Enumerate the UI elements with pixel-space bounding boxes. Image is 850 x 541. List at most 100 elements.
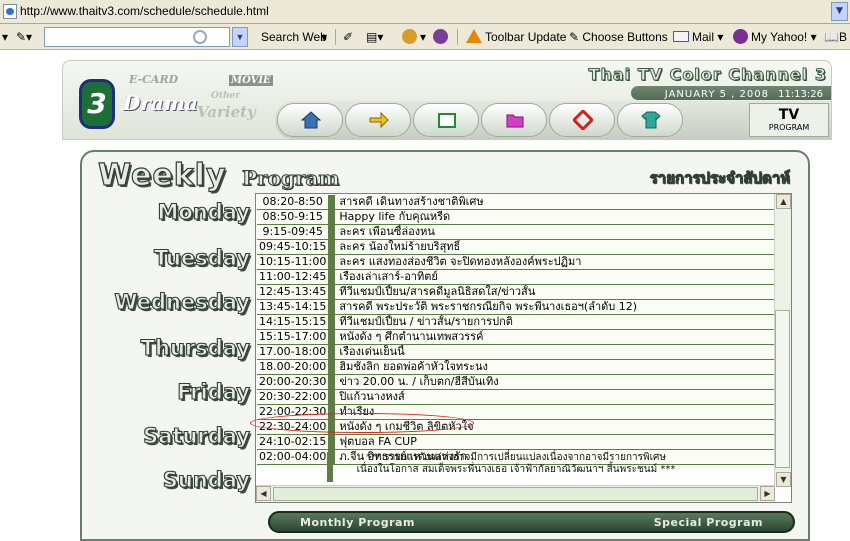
time-cell: 12:45-13:45 bbox=[257, 285, 330, 300]
program-cell: เรื่องเด่นเย็นนี้ bbox=[335, 345, 774, 360]
scroll-left-button[interactable]: ◀ bbox=[256, 486, 271, 501]
browser-toolbar: ▾ ✎▾ ▼ Search Web ▾ ✐ ▤▾ ▾ Toolbar Updat… bbox=[0, 24, 850, 50]
program-cell: ปิแก้วนางหงส์ bbox=[335, 390, 774, 405]
toolbar-update-button[interactable]: Toolbar Update bbox=[466, 28, 566, 46]
monthly-program-link[interactable]: Monthly Program bbox=[300, 516, 415, 529]
arrow-icon bbox=[369, 111, 389, 129]
headphones-icon[interactable] bbox=[433, 28, 451, 46]
home-icon bbox=[301, 111, 321, 129]
highlight-icon[interactable]: ✐ bbox=[343, 28, 353, 46]
page-icon bbox=[3, 4, 17, 19]
scroll-up-button[interactable]: ▲ bbox=[776, 194, 791, 209]
movie-link[interactable]: MOVIE bbox=[229, 75, 273, 86]
day-link-friday[interactable]: Friday bbox=[150, 379, 251, 404]
horizontal-scrollbar[interactable]: ◀ ▶ bbox=[256, 485, 775, 502]
schedule-note: *** รายการดังกล่าวอาจมีการเปลี่ยนแปลงเนื… bbox=[258, 452, 774, 476]
scroll-right-button[interactable]: ▶ bbox=[760, 486, 775, 501]
my-yahoo-button[interactable]: My Yahoo! ▾ bbox=[733, 28, 817, 46]
search-web-button[interactable]: Search Web bbox=[261, 28, 327, 46]
time-cell: 15:15-17:00 bbox=[257, 330, 330, 345]
globe-icon[interactable]: ▾ bbox=[402, 28, 426, 46]
site-header: 3 E-CARD MOVIE Drama Other Variety Thai … bbox=[62, 60, 832, 140]
nav-arrow-button[interactable] bbox=[345, 103, 411, 137]
table-row: 17.00-18:00 เรื่องเด่นเย็นนี้ bbox=[257, 345, 774, 360]
nav-shirt-button[interactable] bbox=[617, 103, 683, 137]
time-cell: 11:00-12:45 bbox=[257, 270, 330, 285]
program-cell: ฮิมชั่งลิก ยอดพ่อค้าหัวใจทระนง bbox=[335, 360, 774, 375]
nav-window-button[interactable] bbox=[413, 103, 479, 137]
search-input[interactable] bbox=[44, 27, 230, 47]
toolbar-separator bbox=[457, 29, 458, 45]
table-row: 13:45-14:15 สารคดี พระประวัติ พระราชกรณีย… bbox=[257, 300, 774, 315]
time-cell: 20:00-20:30 bbox=[257, 375, 330, 390]
program-cell: ละคร น้องใหม่ร้ายบริสุทธิ์ bbox=[335, 240, 774, 255]
special-program-link[interactable]: Special Program bbox=[654, 516, 763, 529]
address-dropdown-button[interactable]: ▼ bbox=[831, 2, 848, 21]
program-cell: เรื่องเล่าเสาร์-อาทิตย์ bbox=[335, 270, 774, 285]
table-row: 20:30-22:00 ปิแก้วนางหงส์ bbox=[257, 390, 774, 405]
table-row: 9:15-09:45 ละคร เพื่อนซี้ล่องหน bbox=[257, 225, 774, 240]
search-dropdown-button[interactable]: ▼ bbox=[232, 27, 248, 47]
program-cell: ข่าว 20.00 น. / เก็บตก/ฮีสีบันเทิง bbox=[335, 375, 774, 390]
program-cell: ละคร เพื่อนซี้ล่องหน bbox=[335, 225, 774, 240]
horizontal-scroll-thumb[interactable] bbox=[273, 487, 758, 501]
scroll-down-button[interactable]: ▼ bbox=[776, 472, 791, 487]
vertical-scrollbar[interactable]: ▲ ▼ bbox=[774, 194, 791, 487]
search-web-dropdown[interactable]: ▾ bbox=[321, 28, 327, 46]
schedule-frame[interactable]: 08:20-8:50 สารคดี เดินทางสร้างชาติพิเศษ 08… bbox=[255, 193, 792, 503]
day-link-tuesday[interactable]: Tuesday bbox=[136, 245, 250, 270]
program-cell: ละคร แสงทองส่องชีวิต จะปิดทองหลังองค์พระ… bbox=[335, 255, 774, 270]
other-link[interactable]: Other bbox=[211, 91, 240, 101]
table-row: 14:15-15:15 ทีวีแชมป์เปี้ยน / ข่าวสั้น/รา… bbox=[257, 315, 774, 330]
warning-icon bbox=[466, 29, 482, 43]
day-link-wednesday[interactable]: Wednesday bbox=[100, 289, 251, 314]
time-text: 11:13:26 bbox=[778, 89, 823, 100]
program-cell: สารคดี เดินทางสร้างชาติพิเศษ bbox=[335, 195, 774, 210]
mail-icon bbox=[673, 31, 689, 42]
ecard-link[interactable]: E-CARD bbox=[129, 73, 178, 86]
time-cell: 08:20-8:50 bbox=[257, 195, 330, 210]
nav-home-button[interactable] bbox=[277, 103, 343, 137]
url-text[interactable]: http://www.thaitv3.com/schedule/schedule… bbox=[20, 4, 269, 18]
day-link-sunday[interactable]: Sunday bbox=[150, 467, 250, 492]
pen-dropdown-icon[interactable]: ✎▾ bbox=[16, 28, 32, 46]
address-bar[interactable]: http://www.thaitv3.com/schedule/schedule… bbox=[0, 0, 850, 24]
table-row: 15:15-17:00 หนังดัง ๆ ศึกตำนานเทพสวรรค์ bbox=[257, 330, 774, 345]
variety-link[interactable]: Variety bbox=[197, 103, 256, 121]
nav-folder-button[interactable] bbox=[481, 103, 547, 137]
bottom-program-bar: Monthly Program Special Program bbox=[268, 511, 795, 533]
program-cell: สารคดี พระประวัติ พระราชกรณียกิจ พระพี่น… bbox=[335, 300, 774, 315]
layout-icon[interactable]: ▤▾ bbox=[366, 28, 383, 46]
note-line: *** รายการดังกล่าวอาจมีการเปลี่ยนแปลงเนื… bbox=[366, 452, 666, 463]
time-cell: 08:50-9:15 bbox=[257, 210, 330, 225]
vertical-scroll-thumb[interactable] bbox=[775, 310, 790, 468]
table-row: 08:50-9:15 Happy life กับคุณหรีด bbox=[257, 210, 774, 225]
table-row: 11:00-12:45 เรื่องเล่าเสาร์-อาทิตย์ bbox=[257, 270, 774, 285]
table-row: 09:45-10:15 ละคร น้องใหม่ร้ายบริสุทธิ์ bbox=[257, 240, 774, 255]
table-row: 18.00-20:00 ฮิมชั่งลิก ยอดพ่อค้าหัวใจทระน… bbox=[257, 360, 774, 375]
program-heading: Program bbox=[242, 166, 341, 191]
program-cell: ฟุตบอล FA CUP bbox=[335, 435, 774, 450]
diamond-icon bbox=[573, 110, 593, 130]
time-cell: 14:15-15:15 bbox=[257, 315, 330, 330]
date-text: JANUARY 5 , 2008 bbox=[664, 89, 769, 100]
day-link-saturday[interactable]: Saturday bbox=[120, 423, 251, 448]
nav-diamond-button[interactable] bbox=[549, 103, 615, 137]
choose-buttons-button[interactable]: ✎ Choose Buttons bbox=[569, 28, 668, 46]
drama-link[interactable]: Drama bbox=[123, 91, 198, 115]
channel-3-logo[interactable]: 3 bbox=[79, 79, 115, 129]
table-row: 12:45-13:45 ทีวีแชมป์เปี้ยน/สารคดีมูลนิธิ… bbox=[257, 285, 774, 300]
program-cell: ทีวีแชมป์เปี้ยน / ข่าวสั้น/รายการปกติ bbox=[335, 315, 774, 330]
day-link-thursday[interactable]: Thursday bbox=[120, 335, 250, 360]
mail-button[interactable]: Mail ▾ bbox=[673, 28, 723, 46]
bookmarks-button[interactable]: 📖B bbox=[824, 28, 847, 46]
window-icon bbox=[438, 113, 456, 128]
yahoo-icon bbox=[733, 29, 748, 44]
tv-program-button[interactable]: TV PROGRAM bbox=[749, 103, 829, 137]
chevron-icon[interactable]: ▾ bbox=[2, 28, 8, 46]
time-cell: 09:45-10:15 bbox=[257, 240, 330, 255]
time-cell: 17.00-18:00 bbox=[257, 345, 330, 360]
search-icon bbox=[193, 30, 207, 44]
day-link-monday[interactable]: Monday bbox=[146, 199, 251, 224]
time-cell: 10:15-11:00 bbox=[257, 255, 330, 270]
